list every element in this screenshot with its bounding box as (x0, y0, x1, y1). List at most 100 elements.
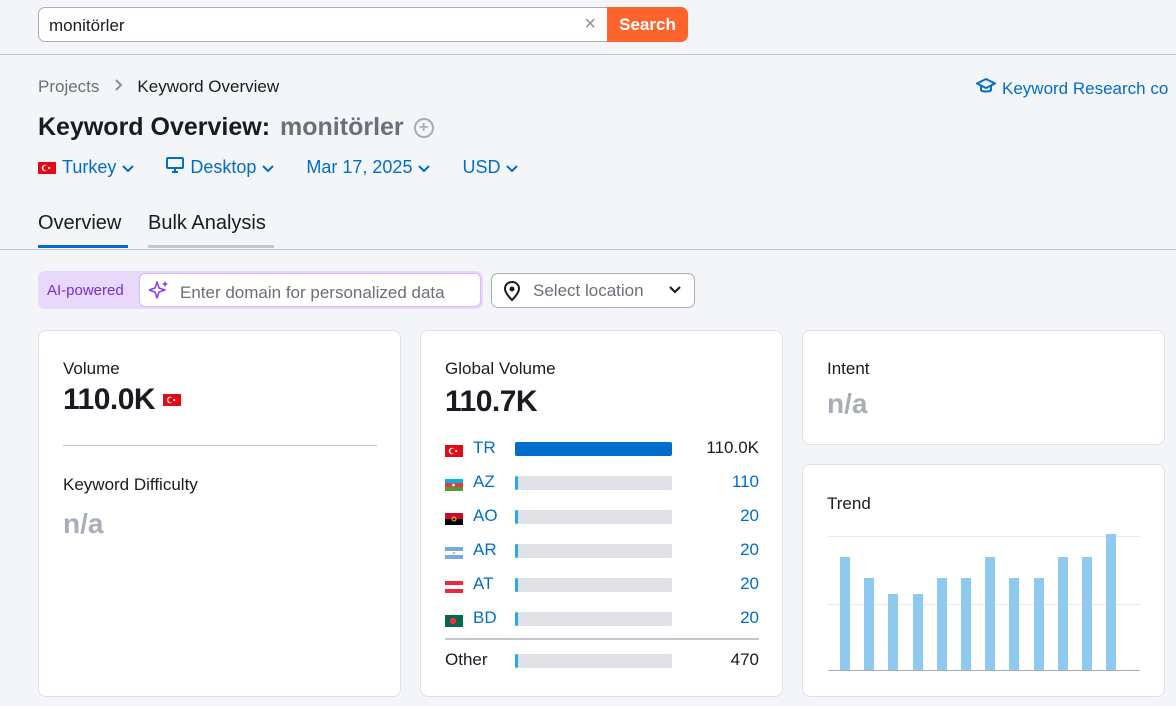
country-row-az[interactable]: AZ 110 (445, 471, 759, 493)
intent-value: n/a (827, 388, 868, 419)
keyword-difficulty-value: n/a (63, 508, 104, 539)
search-button[interactable]: Search (607, 7, 688, 42)
location-placeholder[interactable]: Select location (533, 281, 644, 301)
volume-bar-fill (515, 654, 518, 668)
volume-bar (515, 476, 672, 490)
volume-label: Volume (63, 359, 120, 378)
country-volume[interactable]: 110 (732, 472, 759, 492)
trend-bar[interactable] (1057, 557, 1068, 670)
country-row-ar[interactable]: AR 20 (445, 539, 759, 561)
date-label[interactable]: Mar 17, 2025 (306, 157, 412, 178)
volume-bar (515, 510, 672, 524)
country-code[interactable]: AZ (473, 472, 495, 492)
trend-bar[interactable] (864, 577, 875, 670)
device-selector[interactable]: Desktop (166, 156, 275, 178)
volume-bar (515, 442, 672, 456)
volume-bar (515, 544, 672, 558)
country-code[interactable]: BD (473, 608, 497, 628)
bangladesh-flag-icon (445, 612, 463, 630)
page-title-keyword: monitörler (280, 113, 404, 141)
country-volume[interactable]: 20 (740, 506, 759, 526)
chevron-down-icon (122, 157, 135, 178)
global-volume-value: 110.7K (445, 385, 538, 418)
volume-bar (515, 612, 672, 626)
search-input[interactable]: monitörler × (38, 7, 608, 42)
country-row-bd[interactable]: BD 20 (445, 607, 759, 629)
device-label[interactable]: Desktop (190, 157, 256, 178)
desktop-icon (166, 156, 185, 178)
trend-bar[interactable] (961, 577, 971, 670)
country-code[interactable]: TR (473, 438, 496, 458)
intent-label: Intent (827, 359, 870, 378)
global-volume-card: Global Volume 110.7K TR 110.0K AZ 110 AO… (420, 330, 783, 697)
page-title: Keyword Overview: monitörler + (38, 113, 434, 142)
country-row-tr[interactable]: TR 110.0K (445, 437, 759, 459)
top-search-bar: monitörler × Search (0, 0, 1176, 55)
country-row-ao[interactable]: AO 20 (445, 505, 759, 527)
domain-input[interactable]: Enter domain for personalized data (139, 273, 481, 307)
country-label[interactable]: Turkey (62, 157, 116, 178)
graduation-cap-icon (976, 77, 996, 100)
volume-bar-fill (515, 612, 518, 626)
volume-bar (515, 654, 672, 668)
volume-card: Volume 110.0K Keyword Difficulty n/a (38, 330, 401, 697)
currency-selector[interactable]: USD (462, 157, 519, 178)
trend-bar[interactable] (840, 557, 850, 670)
date-selector[interactable]: Mar 17, 2025 (306, 157, 431, 178)
azerbaijan-flag-icon (445, 476, 463, 494)
other-divider (445, 638, 759, 640)
ai-powered-badge: AI-powered (47, 282, 124, 299)
tab-bulk-analysis[interactable]: Bulk Analysis (148, 212, 274, 248)
trend-gridline (828, 604, 1140, 605)
search-input-value[interactable]: monitörler (49, 16, 125, 36)
volume-bar-fill (515, 442, 672, 456)
trend-bar[interactable] (1033, 577, 1044, 670)
location-select[interactable]: Select location (491, 273, 695, 308)
chevron-down-icon (668, 282, 682, 300)
page-title-prefix: Keyword Overview: (38, 113, 271, 141)
trend-bar[interactable] (888, 593, 899, 670)
country-volume: 110.0K (706, 438, 759, 457)
currency-label[interactable]: USD (462, 157, 500, 178)
country-code[interactable]: AR (473, 540, 497, 560)
volume-divider (63, 445, 377, 446)
trend-card: Trend (802, 464, 1165, 697)
country-selector[interactable]: Turkey (38, 157, 135, 178)
argentina-flag-icon (445, 544, 463, 562)
add-keyword-icon[interactable]: + (413, 117, 434, 138)
country-code[interactable]: AT (473, 574, 493, 594)
keyword-research-course-link[interactable]: Keyword Research co (976, 77, 1168, 100)
other-volume: 470 (730, 650, 759, 669)
chevron-down-icon (418, 157, 431, 178)
keyword-research-link-label[interactable]: Keyword Research co (1002, 79, 1168, 99)
trend-bar[interactable] (912, 593, 923, 670)
tab-overview[interactable]: Overview (38, 212, 128, 248)
country-code[interactable]: AO (473, 506, 498, 526)
breadcrumb-projects[interactable]: Projects (38, 77, 99, 97)
trend-bar[interactable] (1106, 534, 1117, 670)
volume-bar-fill (515, 578, 518, 592)
country-volume[interactable]: 20 (740, 574, 759, 594)
country-volume[interactable]: 20 (740, 540, 759, 560)
trend-axis (828, 670, 1140, 671)
austria-flag-icon (445, 578, 463, 596)
trend-bar[interactable] (936, 577, 947, 670)
trend-bar[interactable] (1009, 577, 1020, 670)
domain-input-placeholder[interactable]: Enter domain for personalized data (180, 283, 445, 303)
country-row-at[interactable]: AT 20 (445, 573, 759, 595)
breadcrumb: Projects Keyword Overview (38, 77, 279, 97)
global-volume-label: Global Volume (445, 359, 556, 378)
volume-bar-fill (515, 476, 518, 490)
volume-value: 110.0K (63, 383, 156, 416)
tabs-divider (0, 249, 1176, 250)
angola-flag-icon (445, 510, 463, 528)
turkey-flag-icon (163, 391, 182, 409)
keyword-difficulty-label: Keyword Difficulty (63, 475, 198, 494)
clear-icon[interactable]: × (584, 13, 596, 35)
chevron-down-icon (506, 157, 519, 178)
volume-bar-fill (515, 510, 518, 524)
location-pin-icon (502, 280, 522, 307)
trend-bar[interactable] (985, 557, 996, 670)
country-volume[interactable]: 20 (740, 608, 759, 628)
trend-bar[interactable] (1082, 557, 1092, 670)
